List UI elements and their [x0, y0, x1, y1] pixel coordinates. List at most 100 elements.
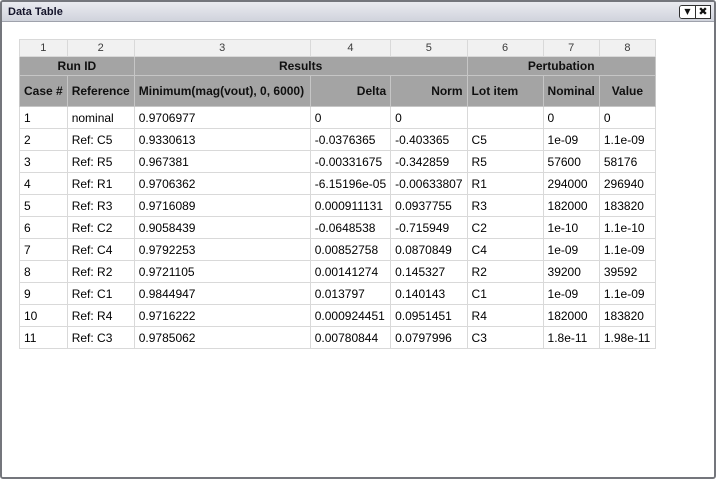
window-title: Data Table — [8, 6, 679, 18]
group-header: Run ID — [20, 57, 135, 76]
table-cell: 0 — [543, 107, 599, 129]
table-cell: 1e-10 — [543, 217, 599, 239]
column-number-header[interactable]: 5 — [391, 40, 467, 57]
column-header[interactable]: Minimum(mag(vout), 0, 6000) — [134, 76, 310, 107]
column-number-header[interactable]: 3 — [134, 40, 310, 57]
window-controls: ▼ ✖ — [679, 5, 711, 19]
column-number-header[interactable]: 8 — [599, 40, 655, 57]
table-cell: 294000 — [543, 173, 599, 195]
table-cell: 1.1e-10 — [599, 217, 655, 239]
table-row[interactable]: 3Ref: R50.967381-0.00331675-0.342859R557… — [20, 151, 656, 173]
column-number-header[interactable]: 4 — [310, 40, 390, 57]
table-cell: Ref: C4 — [67, 239, 134, 261]
group-header: Results — [134, 57, 467, 76]
window-titlebar[interactable]: Data Table ▼ ✖ — [2, 2, 714, 22]
table-cell: -0.342859 — [391, 151, 467, 173]
table-cell: R1 — [467, 173, 543, 195]
table-cell: -0.00331675 — [310, 151, 390, 173]
table-cell: Ref: C2 — [67, 217, 134, 239]
table-cell: 0.00852758 — [310, 239, 390, 261]
table-cell: 39592 — [599, 261, 655, 283]
table-cell: -0.0376365 — [310, 129, 390, 151]
table-cell: -0.715949 — [391, 217, 467, 239]
column-number-header[interactable]: 7 — [543, 40, 599, 57]
table-cell: 0.140143 — [391, 283, 467, 305]
table-body: 1nominal0.970697700002Ref: C50.9330613-0… — [20, 107, 656, 349]
table-row[interactable]: 2Ref: C50.9330613-0.0376365-0.403365C51e… — [20, 129, 656, 151]
table-row[interactable]: 9Ref: C10.98449470.0137970.140143C11e-09… — [20, 283, 656, 305]
column-header[interactable]: Case # — [20, 76, 68, 107]
table-cell: 1.1e-09 — [599, 283, 655, 305]
table-cell: 0.000911131 — [310, 195, 390, 217]
table-cell: 0.9706977 — [134, 107, 310, 129]
table-cell: 0.9716089 — [134, 195, 310, 217]
column-header[interactable]: Reference — [67, 76, 134, 107]
table-cell: 182000 — [543, 305, 599, 327]
table-cell: Ref: R3 — [67, 195, 134, 217]
table-cell: 296940 — [599, 173, 655, 195]
column-header[interactable]: Norm — [391, 76, 467, 107]
table-cell: 0.9706362 — [134, 173, 310, 195]
column-header[interactable]: Value — [599, 76, 655, 107]
table-cell: 0.9785062 — [134, 327, 310, 349]
table-cell: R4 — [467, 305, 543, 327]
collapse-button[interactable]: ▼ — [680, 6, 695, 18]
table-row[interactable]: 7Ref: C40.97922530.008527580.0870849C41e… — [20, 239, 656, 261]
window-content: 12345678 Run IDResultsPertubation Case #… — [2, 22, 714, 477]
table-cell: 183820 — [599, 305, 655, 327]
table-cell: 6 — [20, 217, 68, 239]
table-cell: 39200 — [543, 261, 599, 283]
table-cell: Ref: R1 — [67, 173, 134, 195]
column-number-header[interactable]: 6 — [467, 40, 543, 57]
table-cell: 0 — [599, 107, 655, 129]
table-cell: 1e-09 — [543, 239, 599, 261]
table-row[interactable]: 6Ref: C20.9058439-0.0648538-0.715949C21e… — [20, 217, 656, 239]
table-cell: 0.9844947 — [134, 283, 310, 305]
table-cell: 0.00780844 — [310, 327, 390, 349]
column-header-row: Case #ReferenceMinimum(mag(vout), 0, 600… — [20, 76, 656, 107]
table-cell: R5 — [467, 151, 543, 173]
table-cell: 11 — [20, 327, 68, 349]
table-cell: 0.013797 — [310, 283, 390, 305]
column-number-header[interactable]: 2 — [67, 40, 134, 57]
table-cell: 0.145327 — [391, 261, 467, 283]
table-row[interactable]: 10Ref: R40.97162220.0009244510.0951451R4… — [20, 305, 656, 327]
table-cell: 0.000924451 — [310, 305, 390, 327]
table-row[interactable]: 5Ref: R30.97160890.0009111310.0937755R31… — [20, 195, 656, 217]
table-cell: C4 — [467, 239, 543, 261]
column-header[interactable]: Nominal — [543, 76, 599, 107]
table-cell: R2 — [467, 261, 543, 283]
table-cell: 0.967381 — [134, 151, 310, 173]
table-cell: 1e-09 — [543, 129, 599, 151]
data-table-window: Data Table ▼ ✖ 12345678 Run IDResultsPer… — [0, 0, 716, 479]
column-header[interactable]: Delta — [310, 76, 390, 107]
table-cell: 57600 — [543, 151, 599, 173]
table-cell: 0.0797996 — [391, 327, 467, 349]
table-cell: 0.9792253 — [134, 239, 310, 261]
table-row[interactable]: 11Ref: C30.97850620.007808440.0797996C31… — [20, 327, 656, 349]
table-cell: 0 — [391, 107, 467, 129]
table-cell: 2 — [20, 129, 68, 151]
table-cell: 5 — [20, 195, 68, 217]
table-cell: 1 — [20, 107, 68, 129]
table-row[interactable]: 1nominal0.97069770000 — [20, 107, 656, 129]
column-header[interactable]: Lot item — [467, 76, 543, 107]
table-cell: Ref: C1 — [67, 283, 134, 305]
column-number-header[interactable]: 1 — [20, 40, 68, 57]
table-cell: 9 — [20, 283, 68, 305]
table-cell: 4 — [20, 173, 68, 195]
table-cell: 3 — [20, 151, 68, 173]
table-cell: nominal — [67, 107, 134, 129]
table-cell: C3 — [467, 327, 543, 349]
table-cell: -0.00633807 — [391, 173, 467, 195]
table-cell: 0.0937755 — [391, 195, 467, 217]
table-row[interactable]: 8Ref: R20.97211050.001412740.145327R2392… — [20, 261, 656, 283]
table-cell: -6.15196e-05 — [310, 173, 390, 195]
table-cell: 58176 — [599, 151, 655, 173]
table-cell: 0.0870849 — [391, 239, 467, 261]
close-button[interactable]: ✖ — [695, 6, 710, 18]
table-cell: 0 — [310, 107, 390, 129]
table-cell — [467, 107, 543, 129]
table-row[interactable]: 4Ref: R10.9706362-6.15196e-05-0.00633807… — [20, 173, 656, 195]
table-cell: 0.0951451 — [391, 305, 467, 327]
